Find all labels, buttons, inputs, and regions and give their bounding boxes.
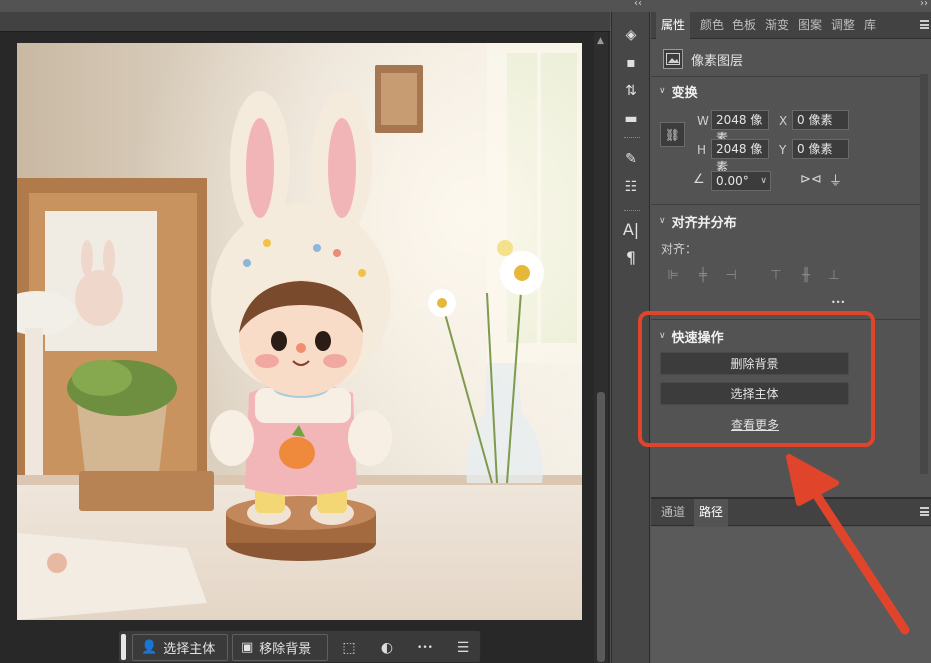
panel-menu-icon[interactable] [920,20,929,29]
character-icon[interactable]: A| [620,218,642,240]
x-position-field[interactable]: 0 像素 [792,110,849,130]
divider [624,137,640,140]
vertical-scrollbar[interactable]: ▲ [594,32,608,663]
transform-section-header[interactable]: ∨ 变换 [659,82,698,101]
link-dimensions-button[interactable]: ⛓ [660,122,685,147]
align-bottom-icon[interactable]: ⊥ [826,267,842,283]
lower-tab-bar: 通道 路径 [651,499,931,526]
align-section-header[interactable]: ∨ 对齐并分布 [659,212,737,231]
align-title: 对齐并分布 [671,215,737,231]
paths-panel: 通道 路径 [651,497,931,663]
angle-value: 0.00° [716,174,749,188]
quick-actions-highlight-box [638,311,875,447]
document-tab-bar [0,12,610,32]
adjustments-icon[interactable]: ☷ [620,176,642,198]
flip-horizontal-icon[interactable]: ⊳⊲ [800,172,822,187]
more-align-options-icon[interactable]: ••• [831,298,845,307]
divider [651,204,920,205]
angle-icon: ∠ [693,172,705,187]
tab-properties[interactable]: 属性 [656,12,691,39]
layers-icon[interactable]: ◈ [620,24,642,46]
tab-gradient[interactable]: 渐变 [760,12,794,39]
paths-list [651,527,931,663]
width-field[interactable]: 2048 像素 [711,110,769,145]
align-horizontal-center-icon[interactable]: ╪ [695,267,711,283]
person-icon: 👤 [141,640,158,655]
tab-libraries[interactable]: 库 [859,12,881,39]
angle-field[interactable]: 0.00° ∨ [711,171,771,191]
canvas-image[interactable] [17,43,582,620]
ctx-remove-bg-label: 移除背景 [259,642,312,657]
ctx-select-subject-label: 选择主体 [163,642,216,657]
collapse-panels-icon[interactable]: ‹‹ [634,0,642,9]
history-icon[interactable]: ⇅ [620,80,642,102]
divider [651,76,920,77]
ctx-select-subject-button[interactable]: 👤 选择主体 [132,634,228,661]
chain-link-icon: ⛓ [664,127,681,142]
layer-type-row: 像素图层 [663,48,743,70]
y-position-field[interactable]: 0 像素 [792,139,849,159]
chevron-down-icon: ∨ [659,86,666,96]
paths-panel-menu-icon[interactable] [920,507,929,516]
properties-scrollbar[interactable] [920,74,928,474]
chevron-down-icon: ∨ [659,216,666,226]
transform-select-icon[interactable]: ⬚ [335,634,363,661]
mask-icon[interactable]: ◐ [373,634,401,661]
contextual-task-bar: 👤 选择主体 ▣ 移除背景 ⬚ ◐ ••• ☰ [118,630,481,663]
tab-adjustments[interactable]: 调整 [826,12,860,39]
tab-swatches[interactable]: 色板 [727,12,761,39]
tab-color[interactable]: 颜色 [695,12,729,39]
scroll-up-icon[interactable]: ▲ [597,36,604,46]
width-label: W [697,114,709,128]
tab-channels[interactable]: 通道 [656,499,690,526]
paragraph-icon[interactable]: ¶ [620,246,642,268]
align-right-icon[interactable]: ⊣ [723,267,739,283]
plugins-icon[interactable]: ▪ [620,52,642,74]
expand-panels-icon[interactable]: ›› [920,0,928,9]
more-options-icon[interactable]: ••• [411,634,439,661]
y-label: Y [779,143,787,157]
brush-settings-icon[interactable]: ✎ [620,148,642,170]
layer-type-label: 像素图层 [691,53,744,69]
settings-sliders-icon[interactable]: ☰ [449,634,477,661]
scrollbar-thumb[interactable] [597,392,605,662]
panel-tab-bar: 属性 颜色 色板 渐变 图案 调整 库 [651,12,931,39]
image-icon: ▣ [241,640,254,655]
transform-title: 变换 [671,85,698,101]
ctx-remove-background-button[interactable]: ▣ 移除背景 [232,634,328,661]
tab-paths[interactable]: 路径 [694,499,729,526]
height-field[interactable]: 2048 像素 [711,139,769,174]
top-strip: ‹‹ ›› [0,0,931,12]
align-top-icon[interactable]: ⊤ [768,267,784,283]
drag-handle[interactable] [121,634,126,660]
x-label: X [779,114,788,128]
align-subtitle: 对齐： [661,242,698,256]
align-vertical-center-icon[interactable]: ╫ [798,267,814,283]
pixel-layer-icon [663,49,683,69]
tab-pattern[interactable]: 图案 [793,12,827,39]
flip-vertical-icon[interactable]: ⏚ [829,170,842,189]
comments-icon[interactable]: ▬ [620,108,642,130]
chevron-down-icon[interactable]: ∨ [760,172,767,190]
align-left-icon[interactable]: ⊫ [665,267,681,283]
divider [624,210,640,213]
height-label: H [697,143,707,157]
